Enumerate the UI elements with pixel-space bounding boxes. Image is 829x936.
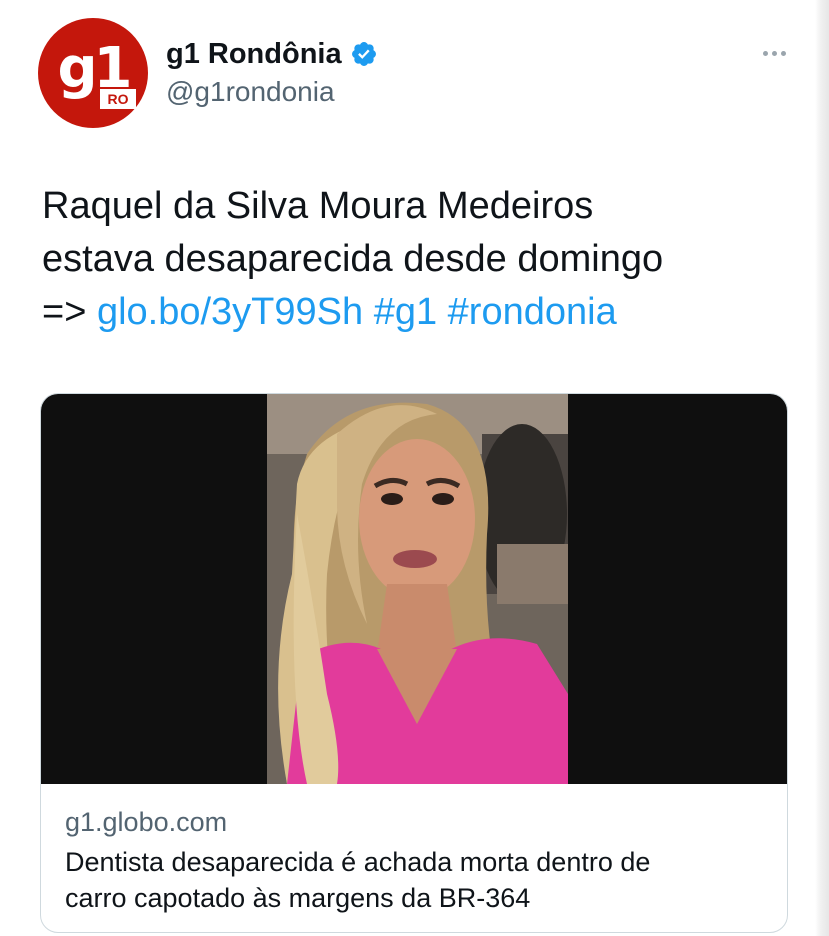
page-edge — [815, 0, 829, 936]
hashtag-rondonia[interactable]: #rondonia — [448, 291, 617, 333]
tweet-text: Raquel da Silva Moura Medeiros estava de… — [42, 180, 802, 339]
tweet-text-line: => glo.bo/3yT99Sh #g1 #rondonia — [42, 286, 802, 339]
card-media[interactable] — [41, 394, 787, 784]
avatar-badge: RO — [100, 89, 136, 109]
more-dot — [771, 50, 777, 56]
card-title-line: carro capotado às margens da BR-364 — [65, 883, 531, 913]
name-row: g1 Rondônia — [166, 34, 378, 74]
more-options-icon[interactable] — [754, 38, 794, 68]
avatar[interactable]: g1 RO — [38, 18, 148, 128]
card-domain: g1.globo.com — [65, 807, 228, 837]
hashtag-g1[interactable]: #g1 — [374, 291, 437, 333]
tweet-link[interactable]: glo.bo/3yT99Sh — [97, 291, 363, 333]
link-preview-card[interactable]: g1.globo.com Dentista desaparecida é ach… — [40, 393, 788, 933]
arrow-prefix: => — [42, 291, 97, 333]
more-dot — [780, 50, 786, 56]
card-meta[interactable]: g1.globo.com Dentista desaparecida é ach… — [65, 804, 765, 916]
display-name[interactable]: g1 Rondônia — [166, 38, 342, 71]
tweet-header: g1 RO g1 Rondônia @g1rondonia — [38, 18, 798, 138]
more-dot — [762, 50, 768, 56]
card-title: Dentista desaparecida é achada morta den… — [65, 844, 765, 916]
author-handle[interactable]: @g1rondonia — [166, 76, 335, 108]
tweet-text-line: estava desaparecida desde domingo — [42, 238, 664, 280]
card-title-line: Dentista desaparecida é achada morta den… — [65, 847, 651, 877]
verified-badge-icon — [350, 40, 378, 68]
card-photo — [267, 394, 568, 784]
tweet-text-line: Raquel da Silva Moura Medeiros — [42, 185, 594, 227]
